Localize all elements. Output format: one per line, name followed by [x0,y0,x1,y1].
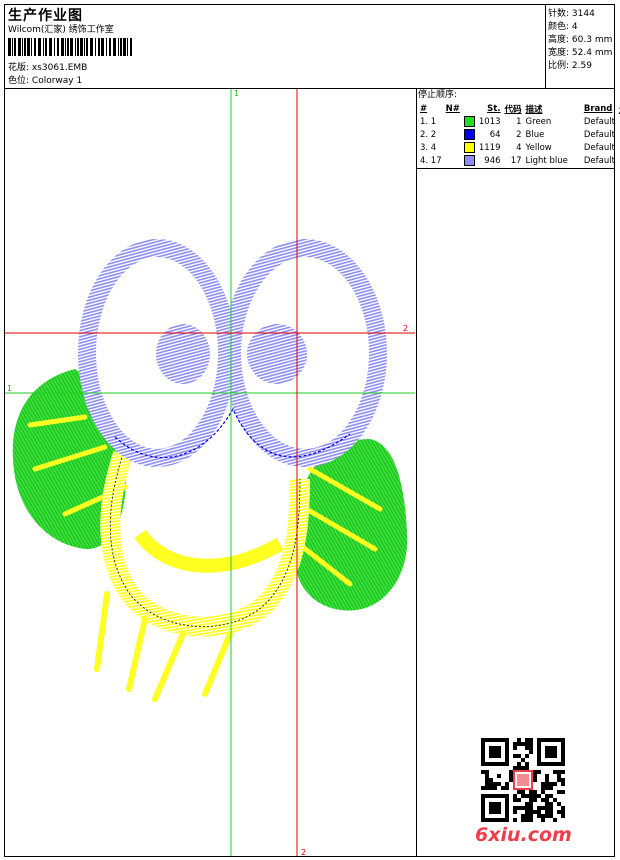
stop-row: 1. 1 1013 1 Green Default [418,115,620,128]
stops-title: 停止顺序: [418,90,458,100]
col-header: # [420,103,428,114]
stop-index: 2. 2 [420,129,437,140]
stat-width: 宽度: 52.4 mm [548,45,612,58]
color-swatch [462,154,477,167]
col-header [462,102,477,115]
stop-brand: Default [583,155,615,166]
stat-label: 比例: [548,61,570,71]
qr-code [481,738,565,822]
guide-label: 1 [7,384,12,393]
stop-stitches: 1013 [478,116,501,127]
color-swatch [462,128,477,141]
stat-label: 颜色: [548,22,570,32]
guide-label: 1 [234,89,239,98]
stop-brand: Default [583,129,615,140]
colorway-label: 色位: [8,76,30,86]
stop-swatch-cell [444,141,462,154]
stop-row: 2. 2 64 2 Blue Default [418,128,620,141]
page-title: 生产作业图 [8,8,83,24]
stop-code: 17 [510,155,522,166]
stat-label: 针数: [548,9,570,19]
stop-swatch-cell [444,115,462,128]
col-header: 描述 [525,104,543,115]
stop-code: 1 [516,116,522,127]
stat-label: 宽度: [548,48,570,58]
col-header: 代码 [504,104,522,115]
col-header: Brand [583,103,613,114]
barcode [8,38,132,56]
color-swatch [462,141,477,154]
stops-divider [416,168,615,169]
stop-brand: Default [583,142,615,153]
stop-stitches: 64 [489,129,501,140]
stop-row: 4. 17 946 17 Light blue Default [418,154,620,167]
stop-stitches: 1119 [478,142,501,153]
stop-index: 1. 1 [420,116,437,127]
stop-row: 3. 4 1119 4 Yellow Default [418,141,620,154]
stop-brand: Default [583,116,615,127]
colorway-line: 色位: Colorway 1 [8,75,82,87]
color-swatch [462,115,477,128]
stop-desc: Light blue [525,155,568,166]
stop-stitches: 946 [484,155,501,166]
stop-desc: Blue [525,129,545,140]
stat-ratio: 比例: 2.59 [548,58,592,71]
stops-header-row: # N# St. 代码 描述 Brand 元素 [418,102,620,115]
stat-height: 高度: 60.3 mm [548,32,612,45]
embroidery-canvas: 1 1 2 2 [5,89,415,856]
stop-index: 3. 4 [420,142,437,153]
colorway-value: Colorway 1 [31,76,83,86]
stat-label: 高度: [548,35,570,45]
smile-inner [134,529,284,573]
stop-swatch-cell [444,128,462,141]
col-header: N# [445,103,460,114]
guide-label: 2 [301,848,306,856]
col-header: St. [487,103,501,114]
stat-value: 52.4 mm [571,48,613,58]
design-label: 花版: [8,63,30,73]
stop-code: 2 [516,129,522,140]
watermark: 6xiu.com [475,824,572,846]
design-line: 花版: xs3061.EMB [8,62,87,74]
stop-index: 4. 17 [420,155,442,166]
stat-value: 2.59 [571,61,592,71]
stat-value: 4 [571,22,578,32]
stat-stitches: 针数: 3144 [548,6,595,19]
company-name: Wilcom(汇家) 绣饰工作室 [8,25,114,35]
panel-divider [416,88,417,857]
stop-swatch-cell [444,154,462,167]
design-value: xs3061.EMB [31,63,88,73]
stat-value: 3144 [571,9,595,19]
stat-value: 60.3 mm [571,35,613,45]
stop-desc: Yellow [525,142,552,153]
stats-divider [545,4,546,88]
stops-table: # N# St. 代码 描述 Brand 元素 1. 1 1013 1Green De… [418,102,620,167]
stop-code: 4 [516,142,522,153]
guide-label: 2 [403,324,408,333]
stop-desc: Green [525,116,552,127]
stat-colors: 颜色: 4 [548,19,578,32]
